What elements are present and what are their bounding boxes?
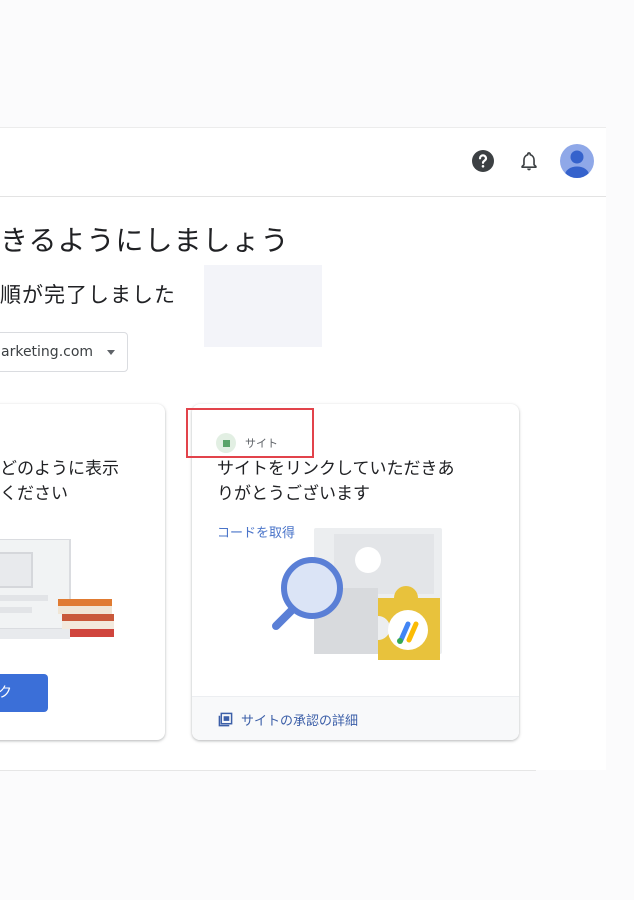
site-link-card-footer: サイトの承認の詳細 [192, 696, 519, 740]
account-avatar-icon[interactable] [560, 144, 594, 178]
site-verification-details-label: サイトの承認の詳細 [241, 714, 359, 729]
site-verification-details-link[interactable]: サイトの承認の詳細 [218, 710, 358, 729]
next-card-edge [0, 770, 536, 775]
site-link-card-heading: サイトをリンクしていただきあ りがとうございます [217, 457, 455, 507]
site-link-heading-line2: りがとうございます [217, 484, 370, 504]
annotation-highlight-box [186, 408, 314, 458]
top-bar [0, 127, 606, 197]
faded-placeholder [204, 265, 322, 347]
display-card-heading: どのように表示 ください [0, 457, 119, 507]
site-link-heading-line1: サイトをリンクしていただきあ [217, 459, 455, 479]
bell-icon[interactable] [514, 146, 544, 176]
display-card-heading-line1: どのように表示 [0, 459, 119, 479]
caret-down-icon [107, 350, 115, 355]
document-icon [218, 712, 233, 727]
help-icon[interactable] [468, 146, 498, 176]
site-select-value: arketing.com [1, 344, 94, 360]
page-title: きるようにしましょう [0, 224, 290, 257]
site-select-dropdown[interactable]: arketing.com [0, 332, 128, 372]
display-card-heading-line2: ください [0, 484, 68, 504]
display-card: どのように表示 ください ック [0, 404, 165, 740]
display-card-button[interactable]: ック [0, 674, 48, 712]
puzzle-magnifier-illustration-icon [272, 526, 452, 670]
page-subtitle: 順が完了しました [0, 283, 176, 307]
laptop-illustration-icon [0, 538, 130, 643]
